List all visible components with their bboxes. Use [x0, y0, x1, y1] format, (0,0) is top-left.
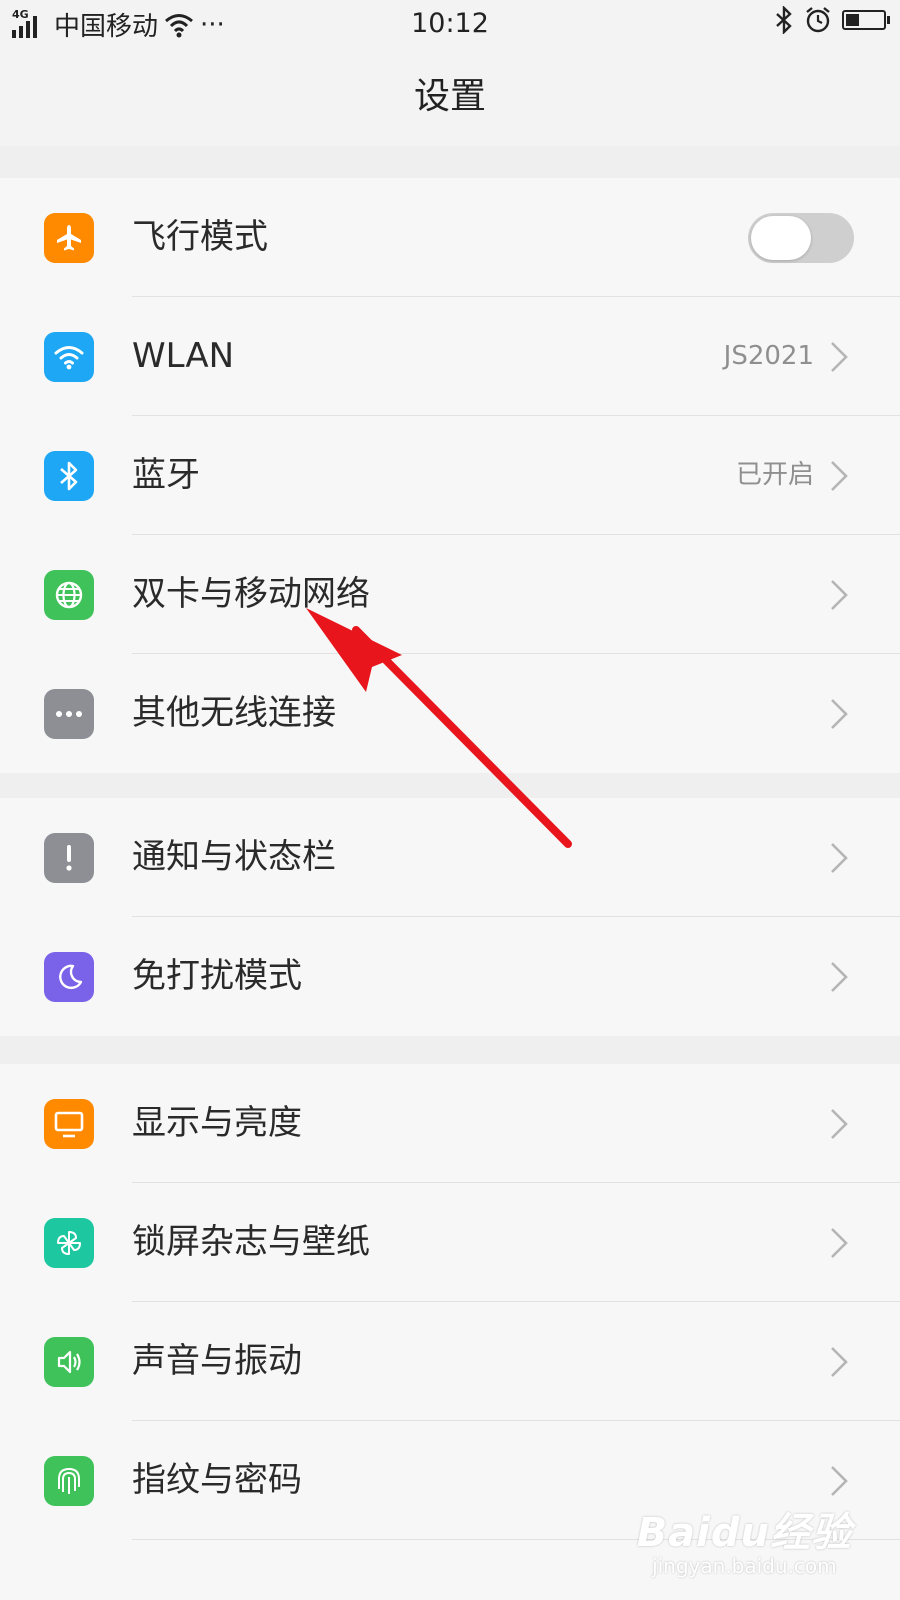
chevron-right-icon [831, 461, 848, 491]
settings-row-label: 蓝牙 [132, 455, 200, 495]
settings-group-notifications: 通知与状态栏 免打扰模式 [0, 798, 900, 1036]
moon-icon [44, 952, 94, 1002]
settings-row-bluetooth[interactable]: 蓝牙 已开启 [0, 416, 900, 535]
bluetooth-status: 已开启 [735, 460, 814, 490]
chevron-right-icon [831, 580, 848, 610]
settings-row-sound[interactable]: 声音与振动 [0, 1302, 900, 1421]
chevron-right-icon [831, 1466, 848, 1496]
chevron-right-icon [831, 1228, 848, 1258]
chevron-right-icon [831, 1347, 848, 1377]
settings-row-label: WLAN [132, 336, 235, 376]
chevron-right-icon [831, 1109, 848, 1139]
settings-row-wlan[interactable]: WLAN JS2021 [0, 297, 900, 416]
monitor-icon [44, 1099, 94, 1149]
settings-row-label: 双卡与移动网络 [132, 574, 370, 614]
settings-group-connectivity: 飞行模式 WLAN JS2021 蓝牙 已开启 双卡与移动网络 其他无线连接 [0, 178, 900, 773]
settings-row-label: 飞行模式 [132, 217, 268, 257]
battery-icon [842, 10, 890, 30]
watermark-sub: jingyan.baidu.com [652, 1554, 837, 1578]
settings-row-display[interactable]: 显示与亮度 [0, 1064, 900, 1183]
pinwheel-icon [44, 1218, 94, 1268]
bluetooth-icon [44, 451, 94, 501]
settings-row-do-not-disturb[interactable]: 免打扰模式 [0, 917, 900, 1036]
watermark-logo: Baidu经验 jingyan.baidu.com [637, 1500, 852, 1578]
settings-row-label: 通知与状态栏 [132, 837, 336, 877]
bluetooth-status-icon [776, 6, 792, 34]
settings-row-label: 显示与亮度 [132, 1103, 302, 1143]
fingerprint-icon [44, 1456, 94, 1506]
settings-row-dual-sim[interactable]: 双卡与移动网络 [0, 535, 900, 654]
chevron-right-icon [831, 962, 848, 992]
settings-row-notifications[interactable]: 通知与状态栏 [0, 798, 900, 917]
settings-row-label: 指纹与密码 [132, 1460, 302, 1500]
wlan-network-name: JS2021 [723, 341, 814, 371]
settings-row-label: 锁屏杂志与壁纸 [132, 1222, 370, 1262]
page-title: 设置 [0, 48, 900, 146]
airplane-mode-toggle[interactable] [748, 213, 854, 263]
status-bar: 4G 中国移动 ··· 10:12 [0, 0, 900, 48]
speaker-icon [44, 1337, 94, 1387]
settings-row-label: 其他无线连接 [132, 693, 336, 733]
chevron-right-icon [831, 699, 848, 729]
exclamation-icon [44, 833, 94, 883]
airplane-icon [44, 213, 94, 263]
settings-row-other-wireless[interactable]: 其他无线连接 [0, 654, 900, 773]
chevron-right-icon [831, 843, 848, 873]
watermark-main: Baidu经验 [636, 1510, 852, 1556]
wifi-icon [44, 332, 94, 382]
settings-row-lockscreen[interactable]: 锁屏杂志与壁纸 [0, 1183, 900, 1302]
settings-row-label: 声音与振动 [132, 1341, 302, 1381]
status-time: 10:12 [411, 8, 489, 39]
alarm-icon [806, 7, 830, 33]
globe-icon [44, 570, 94, 620]
settings-row-airplane-mode[interactable]: 飞行模式 [0, 178, 900, 297]
settings-row-label: 免打扰模式 [132, 956, 302, 996]
chevron-right-icon [831, 342, 848, 372]
more-icon [44, 689, 94, 739]
